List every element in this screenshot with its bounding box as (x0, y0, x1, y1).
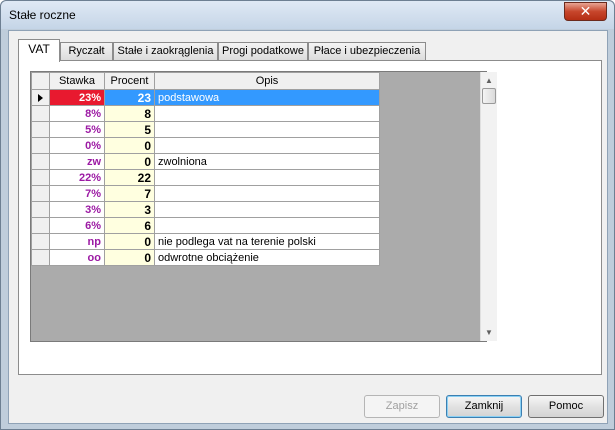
cell-stawka[interactable]: 0% (49, 137, 105, 154)
row-indicator[interactable] (31, 249, 50, 266)
row-indicator[interactable] (31, 169, 50, 186)
scroll-down-arrow-icon[interactable]: ▼ (481, 324, 497, 341)
column-header-stawka[interactable]: Stawka (49, 72, 105, 90)
cell-opis[interactable]: odwrotne obciążenie (154, 249, 380, 266)
dialog-window: Stałe roczne ✕ VAT Ryczałt Stałe i zaokr… (0, 0, 615, 430)
row-indicator[interactable] (31, 233, 50, 250)
row-indicator[interactable] (31, 185, 50, 202)
row-indicator[interactable] (31, 121, 50, 138)
scrollbar-thumb[interactable] (482, 88, 496, 104)
cell-stawka[interactable]: 6% (49, 217, 105, 234)
close-dialog-button[interactable]: Zamknij (446, 395, 522, 418)
window-title: Stałe roczne (9, 8, 76, 22)
cell-stawka[interactable]: 8% (49, 105, 105, 122)
row-indicator-header (31, 72, 50, 90)
cell-stawka[interactable]: 3% (49, 201, 105, 218)
cell-opis[interactable] (154, 201, 380, 218)
title-bar[interactable]: Stałe roczne ✕ (1, 1, 614, 29)
row-indicator[interactable] (31, 217, 50, 234)
cell-procent[interactable]: 6 (104, 217, 155, 234)
close-button[interactable]: ✕ (564, 2, 607, 21)
cell-opis[interactable] (154, 185, 380, 202)
table-row[interactable]: 22% 22 (31, 169, 380, 186)
row-indicator[interactable] (31, 137, 50, 154)
cell-stawka[interactable]: 23% (49, 89, 105, 106)
table-row[interactable]: zw 0 zwolniona (31, 153, 380, 170)
tab-stale-i-zaokraglenia[interactable]: Stałe i zaokrąglenia (113, 42, 218, 60)
cell-stawka[interactable]: np (49, 233, 105, 250)
cell-opis[interactable] (154, 217, 380, 234)
tab-vat[interactable]: VAT (18, 39, 60, 62)
table-row[interactable]: 3% 3 (31, 201, 380, 218)
cell-procent[interactable]: 5 (104, 121, 155, 138)
cell-procent[interactable]: 8 (104, 105, 155, 122)
cell-procent[interactable]: 0 (104, 137, 155, 154)
cell-opis[interactable]: zwolniona (154, 153, 380, 170)
tab-panel-vat: Stawka Procent Opis 23% 23 podstawowa 8%… (18, 60, 602, 375)
table-row[interactable]: 8% 8 (31, 105, 380, 122)
cell-opis[interactable] (154, 137, 380, 154)
cell-opis[interactable] (154, 121, 380, 138)
row-indicator[interactable] (31, 201, 50, 218)
save-button[interactable]: Zapisz (364, 395, 440, 418)
table-row[interactable]: 23% 23 podstawowa (31, 89, 380, 106)
table-row[interactable]: 7% 7 (31, 185, 380, 202)
cell-stawka[interactable]: zw (49, 153, 105, 170)
close-icon: ✕ (579, 3, 592, 19)
table-row[interactable]: np 0 nie podlega vat na terenie polski (31, 233, 380, 250)
cell-procent[interactable]: 0 (104, 249, 155, 266)
cell-procent[interactable]: 3 (104, 201, 155, 218)
cell-opis[interactable]: podstawowa (154, 89, 380, 106)
scroll-up-arrow-icon[interactable]: ▲ (481, 72, 497, 89)
row-indicator[interactable] (31, 105, 50, 122)
vat-table: Stawka Procent Opis 23% 23 podstawowa 8%… (31, 72, 380, 266)
cell-stawka[interactable]: 7% (49, 185, 105, 202)
current-row-arrow-icon (38, 93, 43, 102)
row-indicator[interactable] (31, 153, 50, 170)
table-row[interactable]: 0% 0 (31, 137, 380, 154)
dialog-client-area: VAT Ryczałt Stałe i zaokrąglenia Progi p… (8, 30, 608, 424)
cell-procent[interactable]: 0 (104, 233, 155, 250)
tab-place-i-ubezpieczenia[interactable]: Płace i ubezpieczenia (308, 42, 426, 60)
table-row[interactable]: 5% 5 (31, 121, 380, 138)
cell-stawka[interactable]: 5% (49, 121, 105, 138)
cell-procent[interactable]: 7 (104, 185, 155, 202)
grid-vertical-scrollbar[interactable]: ▲ ▼ (480, 72, 497, 341)
table-row[interactable]: 6% 6 (31, 217, 380, 234)
cell-stawka[interactable]: oo (49, 249, 105, 266)
tab-progi-podatkowe[interactable]: Progi podatkowe (218, 42, 308, 60)
cell-procent[interactable]: 0 (104, 153, 155, 170)
cell-procent[interactable]: 22 (104, 169, 155, 186)
cell-procent[interactable]: 23 (104, 89, 155, 106)
table-row[interactable]: oo 0 odwrotne obciążenie (31, 249, 380, 266)
tab-ryczalt[interactable]: Ryczałt (60, 42, 113, 60)
column-header-procent[interactable]: Procent (104, 72, 155, 90)
row-indicator[interactable] (31, 89, 50, 106)
column-header-opis[interactable]: Opis (154, 72, 380, 90)
cell-stawka[interactable]: 22% (49, 169, 105, 186)
vat-grid[interactable]: Stawka Procent Opis 23% 23 podstawowa 8%… (30, 71, 497, 342)
cell-opis[interactable] (154, 169, 380, 186)
grid-header-row: Stawka Procent Opis (31, 72, 380, 90)
cell-opis[interactable]: nie podlega vat na terenie polski (154, 233, 380, 250)
cell-opis[interactable] (154, 105, 380, 122)
help-button[interactable]: Pomoc (528, 395, 604, 418)
